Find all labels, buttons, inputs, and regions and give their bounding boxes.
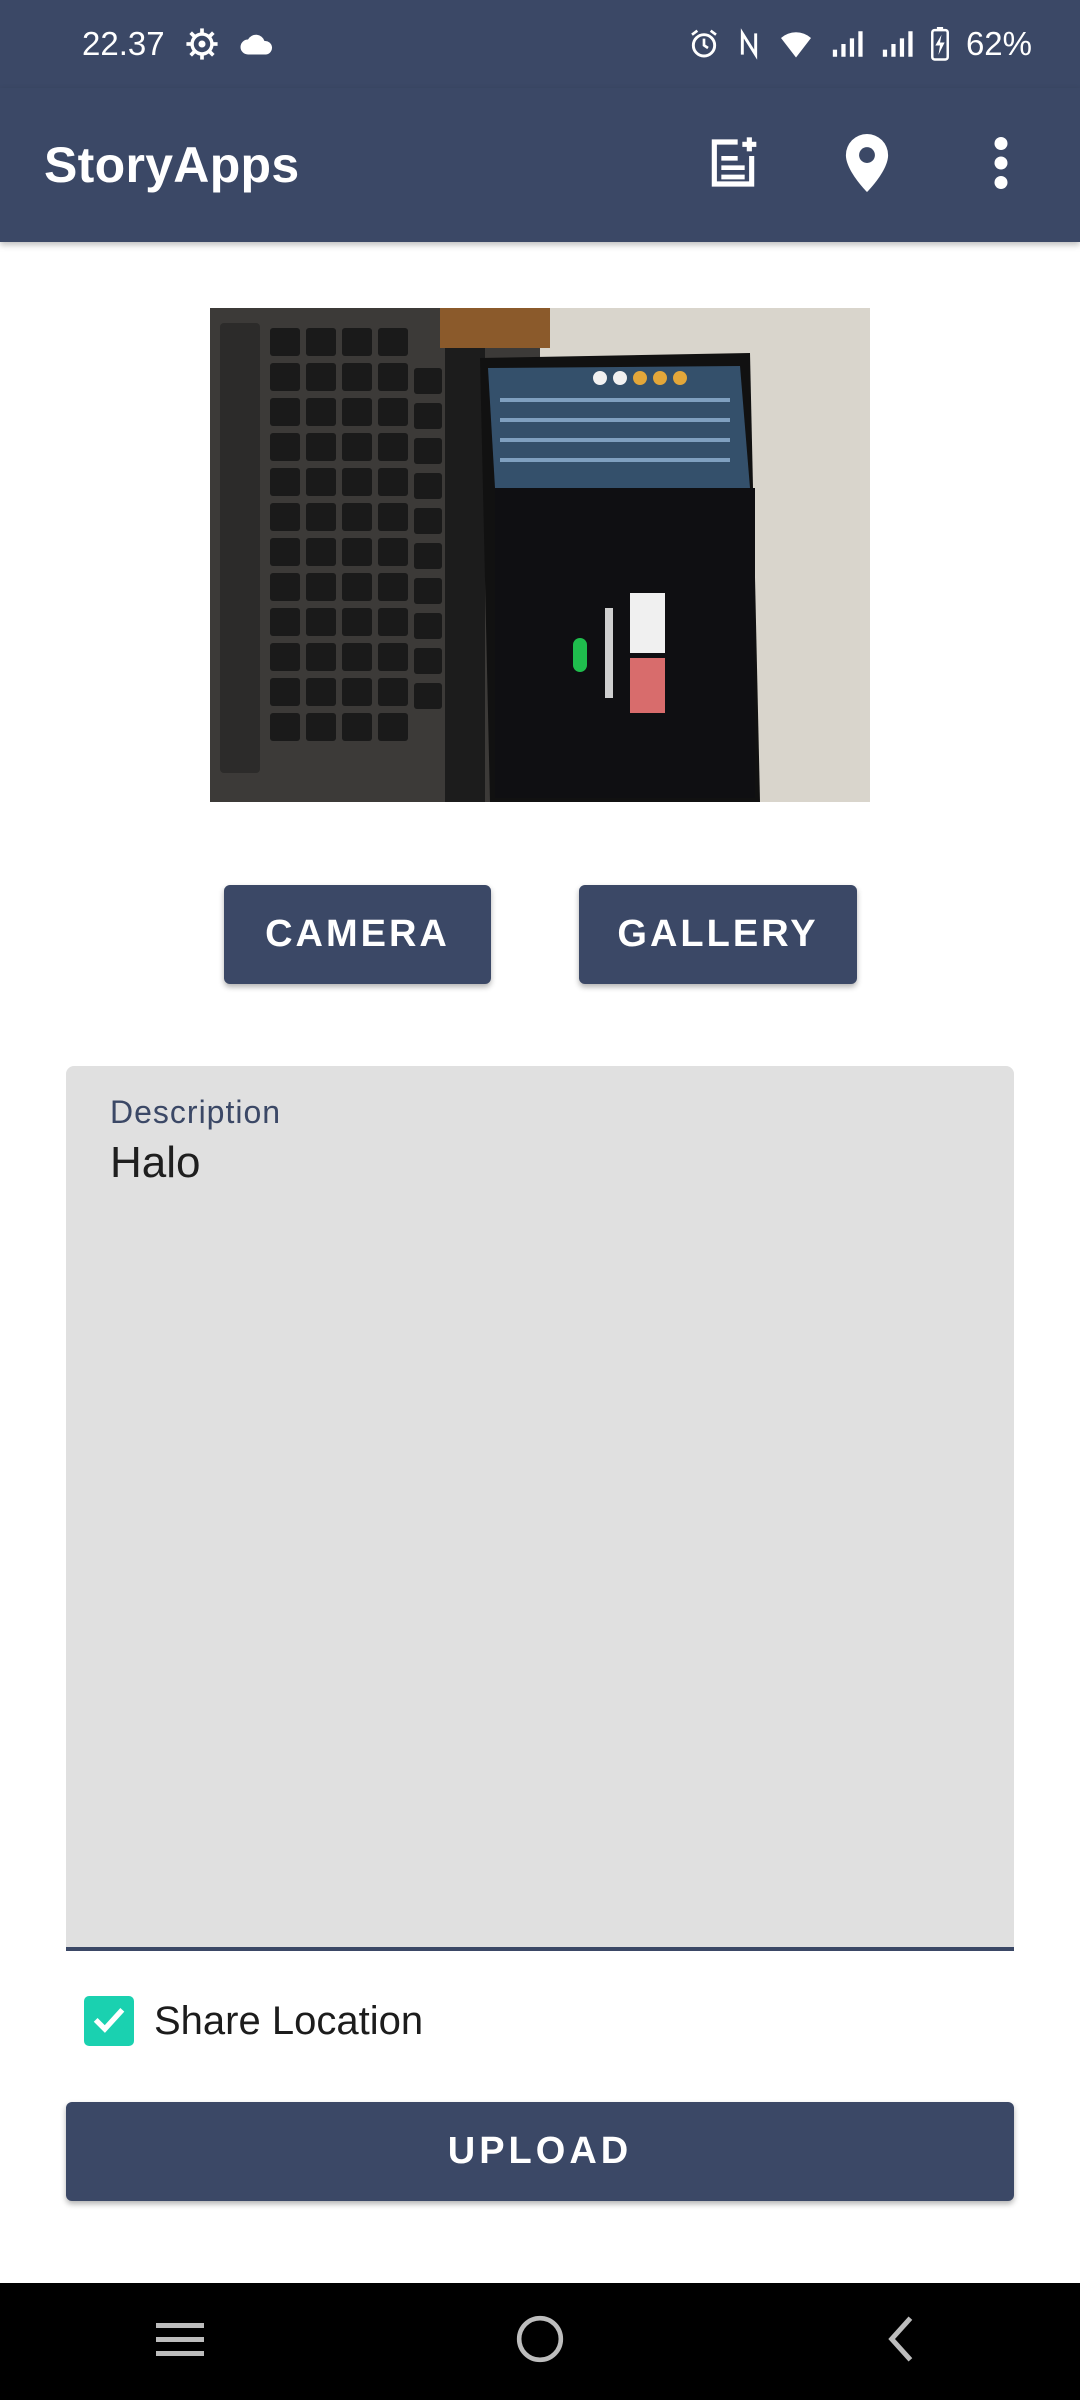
add-story-button[interactable]	[674, 106, 792, 224]
camera-button[interactable]: CAMERA	[224, 885, 491, 984]
signal-icon	[880, 29, 914, 59]
nfc-icon	[736, 28, 762, 60]
wifi-icon	[778, 29, 814, 59]
location-button[interactable]	[808, 106, 926, 224]
recent-apps-button[interactable]	[100, 2292, 260, 2392]
alarm-icon	[688, 28, 720, 60]
app-title: StoryApps	[44, 137, 300, 193]
share-location-label: Share Location	[154, 1998, 424, 2043]
location-pin-icon	[844, 133, 890, 197]
story-photo-preview	[210, 308, 870, 802]
cloud-icon	[239, 31, 275, 57]
status-time: 22.37	[82, 25, 165, 62]
more-vert-icon	[994, 136, 1008, 194]
share-location-row[interactable]: Share Location	[84, 1994, 423, 2048]
description-input[interactable]: Halo	[110, 1138, 201, 1188]
status-bar-right: 62%	[688, 25, 1032, 63]
home-button[interactable]	[460, 2292, 620, 2392]
battery-percent: 62%	[965, 25, 1032, 62]
check-icon	[89, 1999, 129, 2044]
description-field[interactable]: Description Halo	[66, 1066, 1014, 1951]
share-location-checkbox[interactable]	[84, 1996, 134, 2046]
app-bar-actions	[674, 106, 1060, 224]
recent-apps-icon	[154, 2319, 206, 2364]
gallery-button[interactable]: GALLERY	[579, 885, 857, 984]
back-icon	[882, 2314, 918, 2369]
home-icon	[515, 2314, 565, 2369]
add-story-icon	[705, 135, 761, 196]
navigation-bar	[0, 2283, 1080, 2400]
back-button[interactable]	[820, 2292, 980, 2392]
gear-icon	[185, 27, 219, 61]
upload-button[interactable]: UPLOAD	[66, 2102, 1014, 2201]
app-bar: StoryApps	[0, 88, 1080, 242]
description-label: Description	[110, 1094, 282, 1130]
status-bar-left: 22.37	[82, 25, 275, 63]
more-options-button[interactable]	[942, 106, 1060, 224]
signal-icon	[830, 29, 864, 59]
status-bar: 22.37 62%	[0, 0, 1080, 88]
battery-charging-icon	[930, 27, 950, 61]
